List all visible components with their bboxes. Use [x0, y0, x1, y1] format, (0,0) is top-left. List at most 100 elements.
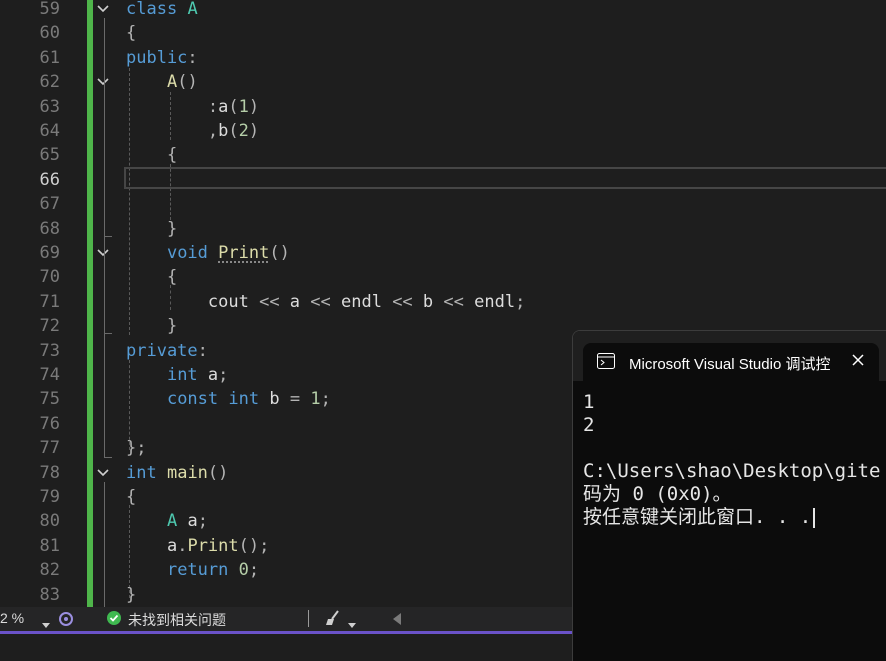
code-token: ;	[248, 560, 260, 581]
line-number: 70	[39, 267, 60, 288]
code-token: }	[166, 218, 178, 239]
line-number: 80	[39, 511, 60, 532]
code-line[interactable]: A()	[126, 70, 198, 94]
line-number: 62	[39, 72, 60, 93]
code-line[interactable]: }	[126, 217, 177, 241]
code-token: {	[166, 267, 178, 288]
code-token: b	[218, 121, 229, 141]
code-line[interactable]: a.Print();	[126, 534, 269, 558]
line-number: 66	[39, 169, 60, 190]
console-title: Microsoft Visual Studio 调试控	[629, 356, 831, 373]
code-line[interactable]: class A	[126, 0, 198, 21]
copilot-icon[interactable]	[58, 610, 74, 631]
issues-status[interactable]: 未找到相关问题	[128, 610, 226, 630]
code-line[interactable]: {	[126, 485, 136, 509]
code-line[interactable]: ,b(2)	[126, 119, 259, 143]
console-tab[interactable]: Microsoft Visual Studio 调试控	[583, 343, 879, 383]
code-token: {	[166, 145, 178, 166]
line-number: 59	[39, 0, 60, 19]
console-line: 码为 0 (0x0)。	[583, 483, 732, 505]
status-bar: 2 % 未找到相关问题	[0, 607, 572, 631]
scroll-left-icon[interactable]	[393, 612, 401, 628]
chevron-down-icon[interactable]	[348, 615, 356, 631]
code-line[interactable]: private:	[126, 339, 208, 363]
line-number: 67	[39, 194, 60, 215]
code-token: 2	[238, 121, 249, 141]
code-token: ()	[177, 72, 198, 93]
line-number: 60	[39, 23, 60, 44]
code-token: };	[126, 438, 147, 459]
code-token: ;	[320, 389, 331, 410]
code-line[interactable]: }	[126, 314, 177, 338]
code-token: )	[248, 96, 260, 117]
code-token: void	[166, 243, 208, 263]
code-line[interactable]: };	[126, 436, 146, 460]
close-icon[interactable]	[851, 352, 865, 371]
line-number: 73	[39, 340, 60, 361]
code-token: public	[126, 47, 188, 68]
code-line[interactable]: {	[126, 21, 136, 45]
code-line[interactable]: {	[126, 265, 177, 289]
code-token: <<	[433, 291, 475, 312]
code-token: }	[126, 584, 137, 605]
code-token: endl	[341, 291, 382, 312]
line-number: 77	[39, 438, 60, 459]
code-line[interactable]: void Print()	[126, 241, 290, 265]
code-token: 1	[310, 389, 321, 410]
code-token: a	[218, 96, 229, 117]
line-number: 63	[39, 96, 60, 117]
zoom-dropdown-icon[interactable]	[42, 615, 50, 631]
code-cleanup-icon[interactable]	[324, 609, 344, 630]
code-token: :	[197, 340, 208, 361]
code-token: :	[207, 96, 219, 117]
code-line[interactable]: {	[126, 143, 177, 167]
code-token: (	[228, 96, 239, 117]
fold-end-tick	[104, 236, 112, 237]
code-token: a	[187, 511, 198, 532]
line-number: 72	[39, 316, 60, 337]
code-line[interactable]: const int b = 1;	[126, 387, 331, 411]
code-token: const	[166, 389, 219, 410]
code-token: =	[279, 389, 311, 410]
code-token: int	[166, 365, 198, 385]
divider	[308, 610, 309, 627]
code-line[interactable]: :a(1)	[126, 95, 259, 119]
fold-chevron-icon[interactable]	[96, 466, 112, 482]
code-line[interactable]: A a;	[126, 509, 208, 533]
code-line[interactable]: int main()	[126, 461, 228, 485]
code-token: }	[166, 316, 178, 337]
code-line[interactable]: int a;	[126, 363, 228, 387]
code-line[interactable]: cout << a << endl << b << endl;	[126, 290, 525, 314]
line-number: 69	[39, 243, 60, 263]
code-token: (	[228, 121, 239, 141]
debug-console-window[interactable]: Microsoft Visual Studio 调试控 1 2 C:\Users\s…	[572, 330, 886, 661]
code-token: a	[166, 535, 178, 556]
fold-end-tick	[104, 457, 112, 458]
code-line[interactable]: }	[126, 583, 136, 607]
code-line[interactable]: public:	[126, 46, 198, 70]
fold-chevron-icon[interactable]	[96, 2, 112, 18]
line-number: 68	[39, 218, 60, 239]
code-line[interactable]: return 0;	[126, 558, 259, 582]
fold-region-line	[104, 18, 105, 457]
line-number: 74	[39, 365, 60, 385]
code-token: <<	[381, 291, 423, 312]
line-number: 64	[39, 121, 60, 141]
text-cursor	[813, 507, 816, 528]
zoom-level[interactable]: 2 %	[0, 610, 24, 626]
